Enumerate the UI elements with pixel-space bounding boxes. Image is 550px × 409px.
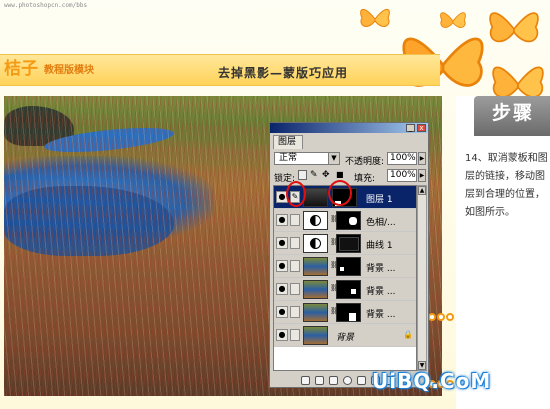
layer-name[interactable]: 背景 ... [366, 284, 395, 297]
brand-logo[interactable]: 桔子 [4, 54, 38, 79]
layer-name[interactable]: 背景 [336, 330, 354, 343]
watermark: UiBQ.CoM [372, 369, 492, 393]
layer-thumbnail [303, 280, 328, 299]
layer-name[interactable]: 背景 ... [366, 307, 395, 320]
layer-name[interactable]: 背景 ... [366, 261, 395, 274]
lock-icon: 🔒 [403, 330, 413, 339]
blend-mode-value: 正常 [279, 153, 298, 163]
layer-mask-thumbnail[interactable] [336, 303, 361, 322]
opacity-arrow-icon[interactable]: ▶ [418, 152, 426, 165]
link-slot[interactable] [290, 283, 300, 295]
butterfly-icon [360, 9, 390, 27]
blend-row: 正常 ▼ 不透明度: 100% ▶ [274, 152, 426, 167]
link-slot[interactable] [290, 237, 300, 249]
eye-icon[interactable]: ● [276, 329, 288, 341]
step-title: 步骤 [492, 102, 535, 124]
lock-move-icon[interactable]: ✥ [322, 170, 331, 180]
link-slot[interactable] [290, 214, 300, 226]
lock-all-icon[interactable]: ■ [336, 170, 345, 180]
tutorial-page: www.photoshopcn.com/bbs 桔子 教程版模块 去掉黑影—蒙版… [0, 0, 550, 409]
fill-input[interactable]: 100% [387, 169, 417, 182]
layer-thumbnail [303, 303, 328, 322]
eye-icon[interactable]: ● [276, 283, 288, 295]
chain-icon[interactable]: ⛓ [330, 215, 339, 225]
layer-thumbnail [303, 257, 328, 276]
adjustment-thumbnail [303, 211, 328, 230]
chain-icon[interactable]: ⛓ [330, 238, 339, 248]
link-layers-icon[interactable] [301, 376, 310, 385]
step-description: 14、取消蒙板和图层的链接，移动图层到合理的位置，如图所示。 [465, 153, 548, 218]
chevron-down-icon[interactable]: ▼ [328, 153, 339, 164]
new-group-icon[interactable] [357, 376, 366, 385]
layer-name[interactable]: 色相/... [366, 215, 396, 228]
chain-icon[interactable]: ⛓ [330, 261, 339, 271]
chain-icon[interactable]: ⛓ [330, 284, 339, 294]
layer-name[interactable]: 曲线 1 [366, 238, 393, 251]
layer-row[interactable]: ● ⛓ 背景 ... [274, 301, 416, 324]
opacity-label: 不透明度: [345, 157, 385, 167]
opacity-input[interactable]: 100% [387, 152, 417, 165]
layer-mask-thumbnail[interactable] [336, 234, 361, 253]
new-fill-layer-icon[interactable] [343, 376, 352, 385]
brand-subtitle: 教程版模块 [44, 65, 94, 76]
minimize-icon[interactable]: _ [406, 124, 415, 132]
layer-row[interactable]: ● 背景 🔒 [274, 324, 416, 347]
tab-layers[interactable]: 图层 [273, 135, 303, 149]
highlight-circle [328, 180, 352, 206]
layer-mask-thumbnail[interactable] [336, 211, 361, 230]
adjustment-thumbnail [303, 234, 328, 253]
scroll-up-icon[interactable]: ▲ [418, 186, 426, 195]
eye-icon[interactable]: ● [276, 306, 288, 318]
lock-brush-icon[interactable]: ✎ [310, 170, 319, 180]
link-slot[interactable] [290, 260, 300, 272]
step-panel [456, 96, 550, 409]
layers-list: ● ✎ 图层 1 ● ⛓ 色相/... ● ⛓ 曲线 1 ● ⛓ 背景 ... … [273, 185, 417, 371]
blend-mode-select[interactable]: 正常 ▼ [274, 152, 340, 165]
eye-icon[interactable]: ● [276, 260, 288, 272]
eye-icon[interactable]: ● [276, 214, 288, 226]
header: 桔子 教程版模块 去掉黑影—蒙版巧应用 [0, 44, 550, 96]
layer-style-icon[interactable] [315, 376, 324, 385]
page-title: 去掉黑影—蒙版巧应用 [218, 66, 349, 80]
add-mask-icon[interactable] [329, 376, 338, 385]
layer-name[interactable]: 图层 1 [366, 192, 393, 205]
highlight-circle [286, 181, 306, 207]
layer-mask-thumbnail[interactable] [336, 280, 361, 299]
fill-arrow-icon[interactable]: ▶ [418, 169, 426, 182]
decorative-dots [428, 306, 462, 321]
site-url[interactable]: www.photoshopcn.com/bbs [4, 2, 87, 9]
layer-row[interactable]: ● ⛓ 色相/... [274, 209, 416, 232]
layer-thumbnail [303, 326, 328, 345]
link-slot[interactable] [290, 306, 300, 318]
fill-label: 填充: [354, 174, 376, 184]
scrollbar[interactable]: ▲ ▼ [417, 185, 427, 371]
chain-icon[interactable]: ⛓ [330, 307, 339, 317]
layer-row[interactable]: ● ⛓ 背景 ... [274, 255, 416, 278]
layer-thumbnail [303, 188, 328, 207]
layer-mask-thumbnail[interactable] [336, 257, 361, 276]
panel-titlebar[interactable]: _ x [270, 123, 428, 133]
lock-transparency-icon[interactable] [298, 170, 307, 180]
close-icon[interactable]: x [417, 124, 426, 132]
eye-icon[interactable]: ● [276, 237, 288, 249]
layer-row[interactable]: ● ⛓ 曲线 1 [274, 232, 416, 255]
layer-row[interactable]: ● ⛓ 背景 ... [274, 278, 416, 301]
layers-panel: _ x 图层 正常 ▼ 不透明度: 100% ▶ 锁定: ✎ ✥ ■ 填充: 1… [269, 122, 429, 388]
link-slot[interactable] [290, 329, 300, 341]
